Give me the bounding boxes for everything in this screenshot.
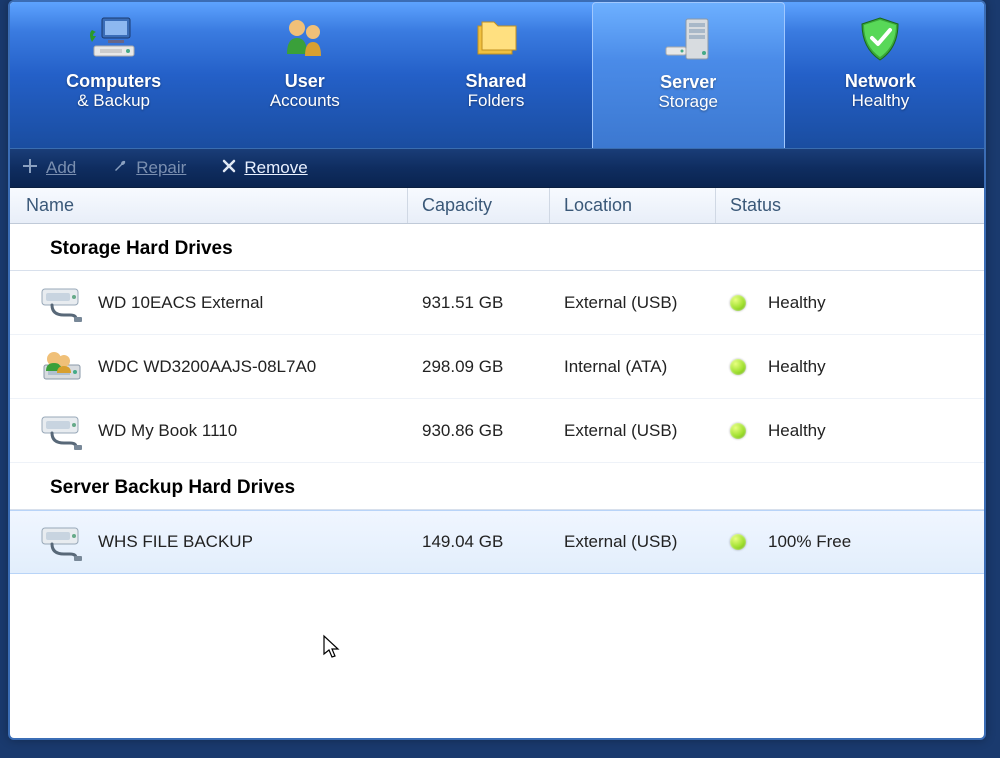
users-icon bbox=[277, 12, 333, 68]
header-capacity[interactable]: Capacity bbox=[408, 188, 550, 223]
nav-server-storage[interactable]: Server Storage bbox=[592, 2, 785, 148]
drive-status: Healthy bbox=[768, 357, 826, 377]
nav-title: Shared bbox=[465, 72, 526, 92]
drive-status: Healthy bbox=[768, 421, 826, 441]
nav-computers-backup[interactable]: Computers & Backup bbox=[18, 2, 209, 148]
drive-name: WD 10EACS External bbox=[98, 293, 263, 313]
status-dot-icon bbox=[730, 359, 746, 375]
header-location[interactable]: Location bbox=[550, 188, 716, 223]
nav-subtitle: Healthy bbox=[852, 92, 910, 111]
nav-subtitle: Folders bbox=[468, 92, 525, 111]
app-window: Computers & Backup User Accounts bbox=[8, 0, 986, 740]
close-icon bbox=[222, 158, 236, 178]
repair-button[interactable]: Repair bbox=[112, 158, 186, 179]
nav-title: Network bbox=[845, 72, 916, 92]
nav-user-accounts[interactable]: User Accounts bbox=[209, 2, 400, 148]
drive-icon bbox=[40, 411, 84, 451]
computer-icon bbox=[86, 12, 142, 68]
drive-location: External (USB) bbox=[550, 532, 716, 552]
wrench-icon bbox=[112, 158, 128, 179]
drive-location: External (USB) bbox=[550, 293, 716, 313]
nav-subtitle: Storage bbox=[658, 93, 718, 112]
drive-status: Healthy bbox=[768, 293, 826, 313]
server-icon bbox=[660, 13, 716, 69]
toolbar-label: Remove bbox=[244, 158, 307, 177]
status-dot-icon bbox=[730, 423, 746, 439]
drive-name: WHS FILE BACKUP bbox=[98, 532, 253, 552]
header-status[interactable]: Status bbox=[716, 188, 984, 223]
drive-icon bbox=[40, 283, 84, 323]
nav-title: Server bbox=[660, 73, 716, 93]
plus-icon bbox=[22, 158, 38, 179]
drive-name: WDC WD3200AAJS-08L7A0 bbox=[98, 357, 316, 377]
status-dot-icon bbox=[730, 295, 746, 311]
toolbar-label: Repair bbox=[136, 158, 186, 177]
header-name[interactable]: Name bbox=[10, 188, 408, 223]
status-dot-icon bbox=[730, 534, 746, 550]
nav-title: User bbox=[285, 72, 325, 92]
shield-icon bbox=[852, 12, 908, 68]
drive-row[interactable]: WD My Book 1110 930.86 GBExternal (USB) He… bbox=[10, 399, 984, 463]
drive-name: WD My Book 1110 bbox=[98, 421, 237, 441]
main-nav: Computers & Backup User Accounts bbox=[10, 2, 984, 148]
drive-location: Internal (ATA) bbox=[550, 357, 716, 377]
drive-capacity: 930.86 GB bbox=[408, 421, 550, 441]
drive-status: 100% Free bbox=[768, 532, 851, 552]
group-header: Server Backup Hard Drives bbox=[10, 463, 984, 510]
drive-row[interactable]: WHS FILE BACKUP 149.04 GBExternal (USB) 10… bbox=[10, 510, 984, 574]
nav-subtitle: Accounts bbox=[270, 92, 340, 111]
drive-row[interactable]: WD 10EACS External 931.51 GBExternal (USB… bbox=[10, 271, 984, 335]
drive-list: Storage Hard Drives WD 10EACS External 931… bbox=[10, 224, 984, 574]
drive-capacity: 149.04 GB bbox=[408, 532, 550, 552]
add-button[interactable]: Add bbox=[22, 158, 76, 179]
folders-icon bbox=[468, 12, 524, 68]
drive-row[interactable]: WDC WD3200AAJS-08L7A0 298.09 GBInternal (… bbox=[10, 335, 984, 399]
group-header: Storage Hard Drives bbox=[10, 224, 984, 271]
drive-icon bbox=[40, 347, 84, 387]
remove-button[interactable]: Remove bbox=[222, 158, 307, 178]
nav-title: Computers bbox=[66, 72, 161, 92]
nav-network-health[interactable]: Network Healthy bbox=[785, 2, 976, 148]
toolbar: Add Repair Remove bbox=[10, 148, 984, 188]
nav-shared-folders[interactable]: Shared Folders bbox=[400, 2, 591, 148]
nav-subtitle: & Backup bbox=[77, 92, 150, 111]
drive-location: External (USB) bbox=[550, 421, 716, 441]
drive-capacity: 931.51 GB bbox=[408, 293, 550, 313]
drive-capacity: 298.09 GB bbox=[408, 357, 550, 377]
column-headers: Name Capacity Location Status bbox=[10, 188, 984, 224]
drive-icon bbox=[40, 522, 84, 562]
toolbar-label: Add bbox=[46, 158, 76, 177]
